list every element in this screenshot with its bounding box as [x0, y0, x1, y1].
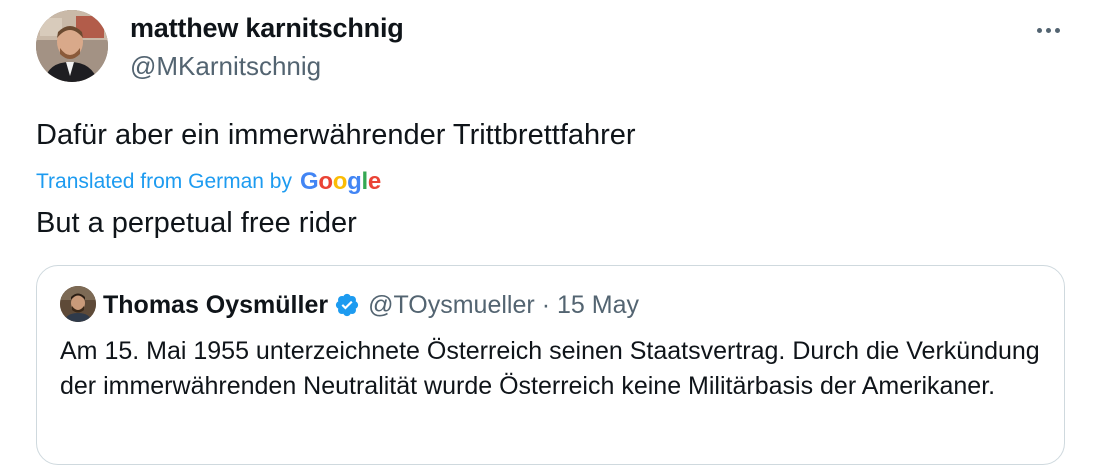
author-avatar[interactable] [36, 10, 108, 82]
translated-text: But a perpetual free rider [36, 207, 357, 239]
quoted-tweet-text: Am 15. Mai 1955 unterzeichnete Österreic… [60, 337, 1040, 400]
translation-attribution: Translated from German by Google [36, 166, 381, 198]
quoted-tweet-card[interactable]: Thomas Oysmüller @TOysmueller · 15 May A… [36, 265, 1065, 465]
author-avatar-image [36, 10, 108, 82]
quoted-author-handle[interactable]: @TOysmueller [368, 291, 535, 320]
quoted-author-avatar[interactable] [60, 286, 96, 322]
more-options-button[interactable] [1026, 12, 1070, 48]
google-logo: Google [299, 168, 381, 195]
tweet: matthew karnitschnig @MKarnitschnig Dafü… [0, 0, 1103, 465]
quoted-author-avatar-image [60, 286, 96, 322]
verified-badge-icon[interactable] [334, 292, 360, 318]
quoted-tweet-header: Thomas Oysmüller @TOysmueller · 15 May [103, 287, 639, 323]
more-horizontal-icon [1036, 27, 1042, 33]
author-handle[interactable]: @MKarnitschnig [130, 48, 321, 84]
tweet-text: Dafür aber ein immerwährender Trittbrett… [36, 119, 636, 151]
author-name[interactable]: matthew karnitschnig [130, 10, 404, 46]
separator-dot: · [541, 290, 551, 319]
quoted-tweet-date[interactable]: 15 May [557, 291, 639, 320]
quoted-author-name[interactable]: Thomas Oysmüller [103, 291, 328, 320]
translation-link[interactable]: Translated from German by [36, 170, 292, 194]
